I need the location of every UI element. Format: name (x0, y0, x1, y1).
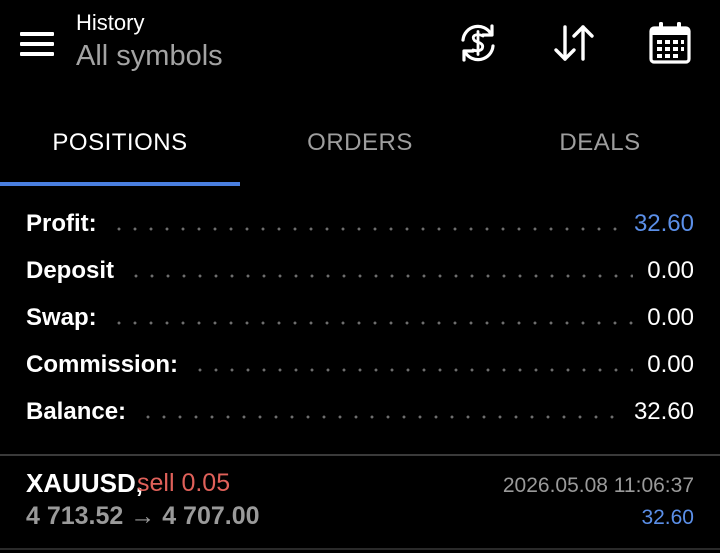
summary-value: 32.60 (633, 209, 694, 237)
deal-prices: 4 713.52 → 4 707.00 (26, 502, 260, 530)
history-summary: Profit: 32.60 Deposit 0.00 Swap: 0.00 Co… (0, 200, 720, 435)
summary-value: 0.00 (647, 256, 694, 284)
symbol-filter[interactable]: All symbols (76, 38, 223, 74)
deal-side: sell 0.05 (137, 469, 231, 497)
tab-positions[interactable]: POSITIONS (0, 100, 240, 186)
sort-arrows-icon[interactable] (550, 19, 598, 67)
deal-symbol: XAUUSD, (26, 468, 144, 498)
tab-orders[interactable]: ORDERS (240, 100, 480, 186)
title-block: History All symbols (76, 8, 223, 74)
summary-row-balance: Balance: 32.60 (0, 388, 720, 435)
summary-value: 0.00 (647, 303, 694, 331)
active-tab-indicator (0, 182, 240, 186)
divider (0, 548, 720, 550)
dot-leader (110, 226, 620, 231)
summary-label: Balance: (26, 397, 127, 425)
summary-label: Profit: (26, 209, 97, 237)
calendar-icon[interactable] (646, 19, 694, 67)
summary-value: 32.60 (633, 397, 694, 425)
page-title: History (76, 10, 145, 35)
dot-leader (140, 414, 620, 419)
tab-deals[interactable]: DEALS (480, 100, 720, 186)
top-app-bar: History All symbols (0, 0, 720, 100)
deal-time: 2026.05.08 11:06:37 (502, 474, 694, 497)
summary-row-profit: Profit: 32.60 (0, 200, 720, 247)
summary-label: Swap: (26, 303, 97, 331)
summary-row-deposit: Deposit 0.00 (0, 247, 720, 294)
summary-row-swap: Swap: 0.00 (0, 294, 720, 341)
dot-leader (192, 367, 634, 372)
dot-leader (110, 320, 634, 325)
deal-list-item[interactable]: XAUUSD, sell 0.05 4 713.52 → 4 707.00 20… (0, 456, 720, 542)
currency-exchange-icon[interactable] (454, 19, 502, 67)
dot-leader (128, 273, 634, 278)
tab-bar: POSITIONS ORDERS DEALS (0, 100, 720, 186)
deal-profit: 32.60 (641, 506, 694, 529)
menu-icon[interactable] (16, 24, 60, 64)
summary-row-commission: Commission: 0.00 (0, 341, 720, 388)
summary-label: Deposit (26, 256, 115, 284)
summary-value: 0.00 (647, 350, 694, 378)
summary-label: Commission: (26, 350, 179, 378)
